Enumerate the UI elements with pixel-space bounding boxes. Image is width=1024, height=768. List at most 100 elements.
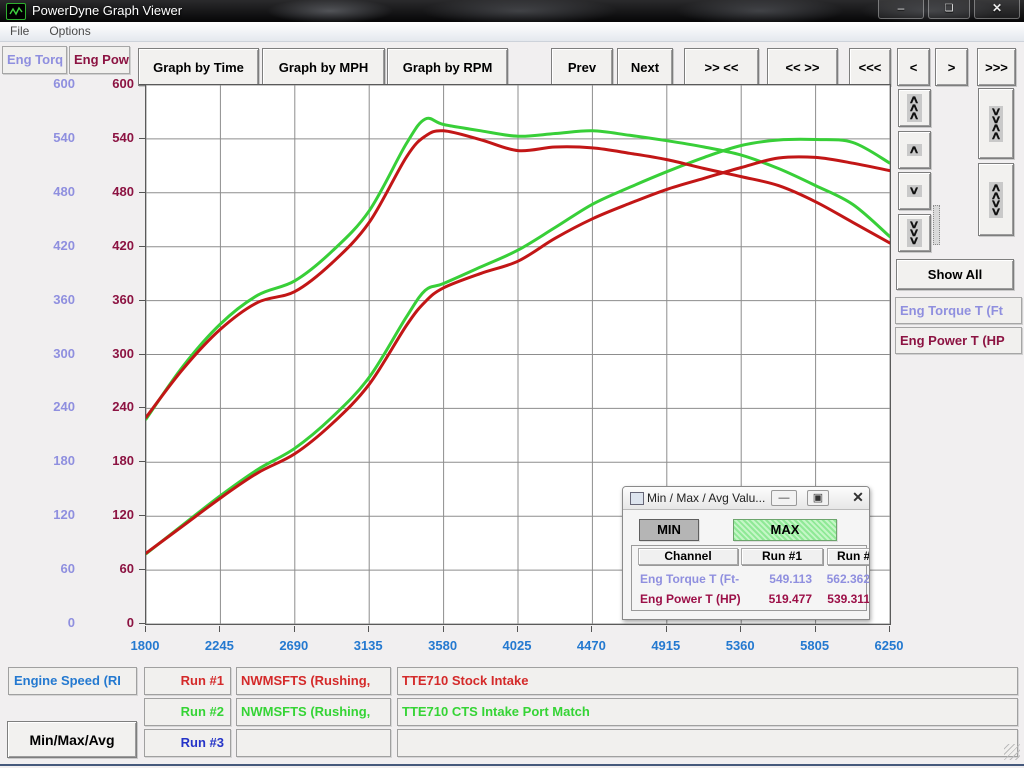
show-all-button[interactable]: Show All	[896, 259, 1014, 290]
run-label-2[interactable]: Run #2	[144, 698, 231, 726]
menu-item-file[interactable]: File	[0, 22, 39, 38]
y-axis-torque-label: 0	[18, 615, 75, 630]
window-title: PowerDyne Graph Viewer	[32, 3, 182, 18]
run-3-source-field[interactable]	[236, 729, 391, 757]
toolbar-button-zoom-out-x[interactable]: << >>	[767, 48, 838, 86]
toolbar-button-graph-by-time[interactable]: Graph by Time	[138, 48, 259, 86]
run-1-description-field[interactable]: TTE710 Stock Intake	[397, 667, 1018, 695]
collapse-vertical-icon: ∨∨∧∧	[989, 106, 1003, 142]
y-axis-torque-label: 180	[18, 453, 75, 468]
y-tick-mark	[139, 623, 145, 624]
toolbar-button-zoom-in-x[interactable]: >> <<	[684, 48, 759, 86]
toolbar-button-scroll-far-left[interactable]: <<<	[849, 48, 891, 86]
x-tick-mark	[740, 626, 741, 632]
app-icon	[6, 3, 26, 20]
x-axis-label: 4915	[636, 638, 696, 653]
toolbar-button-scroll-left[interactable]: <	[897, 48, 930, 86]
x-tick-mark	[219, 626, 220, 632]
x-axis-label: 4470	[561, 638, 621, 653]
minmax-minimize-icon[interactable]: —	[771, 490, 797, 506]
y-axis-power-label: 60	[77, 561, 134, 576]
y-tick-mark	[139, 192, 145, 193]
maximize-icon[interactable]: ❏	[928, 0, 970, 19]
minmax-window-icon	[630, 492, 644, 505]
menu-item-options[interactable]: Options	[39, 22, 100, 38]
y-axis-torque-label: 240	[18, 399, 75, 414]
x-axis-label: 3135	[338, 638, 398, 653]
close-icon[interactable]: ✕	[974, 0, 1020, 19]
run-label-3[interactable]: Run #3	[144, 729, 231, 757]
side-channel-power-label[interactable]: Eng Power T (HP	[895, 327, 1022, 354]
powerdyne-app-window: { "window": { "title": "PowerDyne Graph …	[0, 0, 1024, 768]
scroll-down-icon: ∨	[907, 185, 921, 197]
side-channel-torque-label[interactable]: Eng Torque T (Ft	[895, 297, 1022, 324]
channel-tab-torque[interactable]: Eng Torq	[2, 46, 67, 74]
minmax-column-header-1[interactable]: Channel	[638, 548, 738, 565]
chevron-glyph: ∧	[909, 112, 920, 120]
x-axis-label: 5360	[710, 638, 770, 653]
x-axis-label: 2245	[189, 638, 249, 653]
minmax-row-run1-value: 549.113	[744, 572, 812, 586]
max-button[interactable]: MAX	[733, 519, 837, 541]
collapse-vertical-button[interactable]: ∨∨∧∧	[978, 88, 1014, 159]
run-1-source-field[interactable]: NWMSFTS (Rushing,	[236, 667, 391, 695]
scroll-down-fast-button[interactable]: ∨∨∨	[898, 214, 931, 252]
toolbar-button-scroll-right[interactable]: >	[935, 48, 968, 86]
minmax-window[interactable]: Min / Max / Avg Valu... — ▣ ✕ MIN MAX Ch…	[622, 486, 870, 620]
y-axis-torque-label: 540	[18, 130, 75, 145]
minmax-column-header-2[interactable]: Run #1	[741, 548, 823, 565]
expand-vertical-icon: ∧∧∨∨	[989, 182, 1003, 218]
y-axis-power-label: 0	[77, 615, 134, 630]
y-axis-power-label: 360	[77, 292, 134, 307]
minmax-close-icon[interactable]: ✕	[847, 490, 869, 506]
chevron-glyph: ∧	[909, 146, 920, 154]
resize-grip[interactable]	[1004, 744, 1020, 760]
x-axis-label: 4025	[487, 638, 547, 653]
window-frame-bottom	[0, 764, 1024, 766]
toolbar-button-scroll-far-right[interactable]: >>>	[977, 48, 1016, 86]
x-tick-mark	[666, 626, 667, 632]
y-axis-power-label: 180	[77, 453, 134, 468]
toolbar-button-graph-by-mph[interactable]: Graph by MPH	[262, 48, 385, 86]
minmax-column-header-3[interactable]: Run #2	[827, 548, 870, 565]
channel-tab-power[interactable]: Eng Powe	[69, 46, 130, 74]
scroll-up-button[interactable]: ∧	[898, 131, 931, 169]
run-2-description-field[interactable]: TTE710 CTS Intake Port Match	[397, 698, 1018, 726]
title-bar: PowerDyne Graph Viewer – ❏ ✕	[0, 0, 1024, 22]
minmax-window-titlebar[interactable]: Min / Max / Avg Valu... — ▣ ✕	[623, 487, 869, 510]
x-tick-mark	[889, 626, 890, 632]
y-axis-power-label: 300	[77, 346, 134, 361]
y-axis-power-label: 480	[77, 184, 134, 199]
y-axis-power-label: 540	[77, 130, 134, 145]
y-tick-mark	[139, 84, 145, 85]
x-tick-mark	[294, 626, 295, 632]
toolbar-button-prev[interactable]: Prev	[551, 48, 613, 86]
minmax-row-run2-value: 539.311	[814, 592, 870, 606]
x-channel-label[interactable]: Engine Speed (RI	[8, 667, 137, 695]
run-label-1[interactable]: Run #1	[144, 667, 231, 695]
y-tick-mark	[139, 300, 145, 301]
minmaxavg-button[interactable]: Min/Max/Avg	[7, 721, 137, 758]
x-tick-mark	[591, 626, 592, 632]
y-axis-torque-label: 480	[18, 184, 75, 199]
x-axis-label: 3580	[413, 638, 473, 653]
x-tick-mark	[443, 626, 444, 632]
y-tick-mark	[139, 354, 145, 355]
toolbar-button-next[interactable]: Next	[617, 48, 673, 86]
expand-vertical-button[interactable]: ∧∧∨∨	[978, 163, 1014, 236]
y-axis-power-label: 120	[77, 507, 134, 522]
scroll-up-fast-button[interactable]: ∧∧∧	[898, 89, 931, 127]
minmax-maximize-icon[interactable]: ▣	[807, 490, 829, 506]
run-2-source-field[interactable]: NWMSFTS (Rushing,	[236, 698, 391, 726]
toolbar-button-graph-by-rpm[interactable]: Graph by RPM	[387, 48, 508, 86]
chevron-glyph: ∨	[909, 237, 920, 245]
x-tick-mark	[368, 626, 369, 632]
x-axis-label: 5805	[785, 638, 845, 653]
scroll-down-button[interactable]: ∨	[898, 172, 931, 210]
min-button[interactable]: MIN	[639, 519, 699, 541]
y-axis-torque-label: 600	[18, 76, 75, 91]
menu-bar: FileOptions	[0, 22, 1024, 42]
y-tick-mark	[139, 461, 145, 462]
minimize-icon[interactable]: –	[878, 0, 924, 19]
run-3-description-field[interactable]	[397, 729, 1018, 757]
